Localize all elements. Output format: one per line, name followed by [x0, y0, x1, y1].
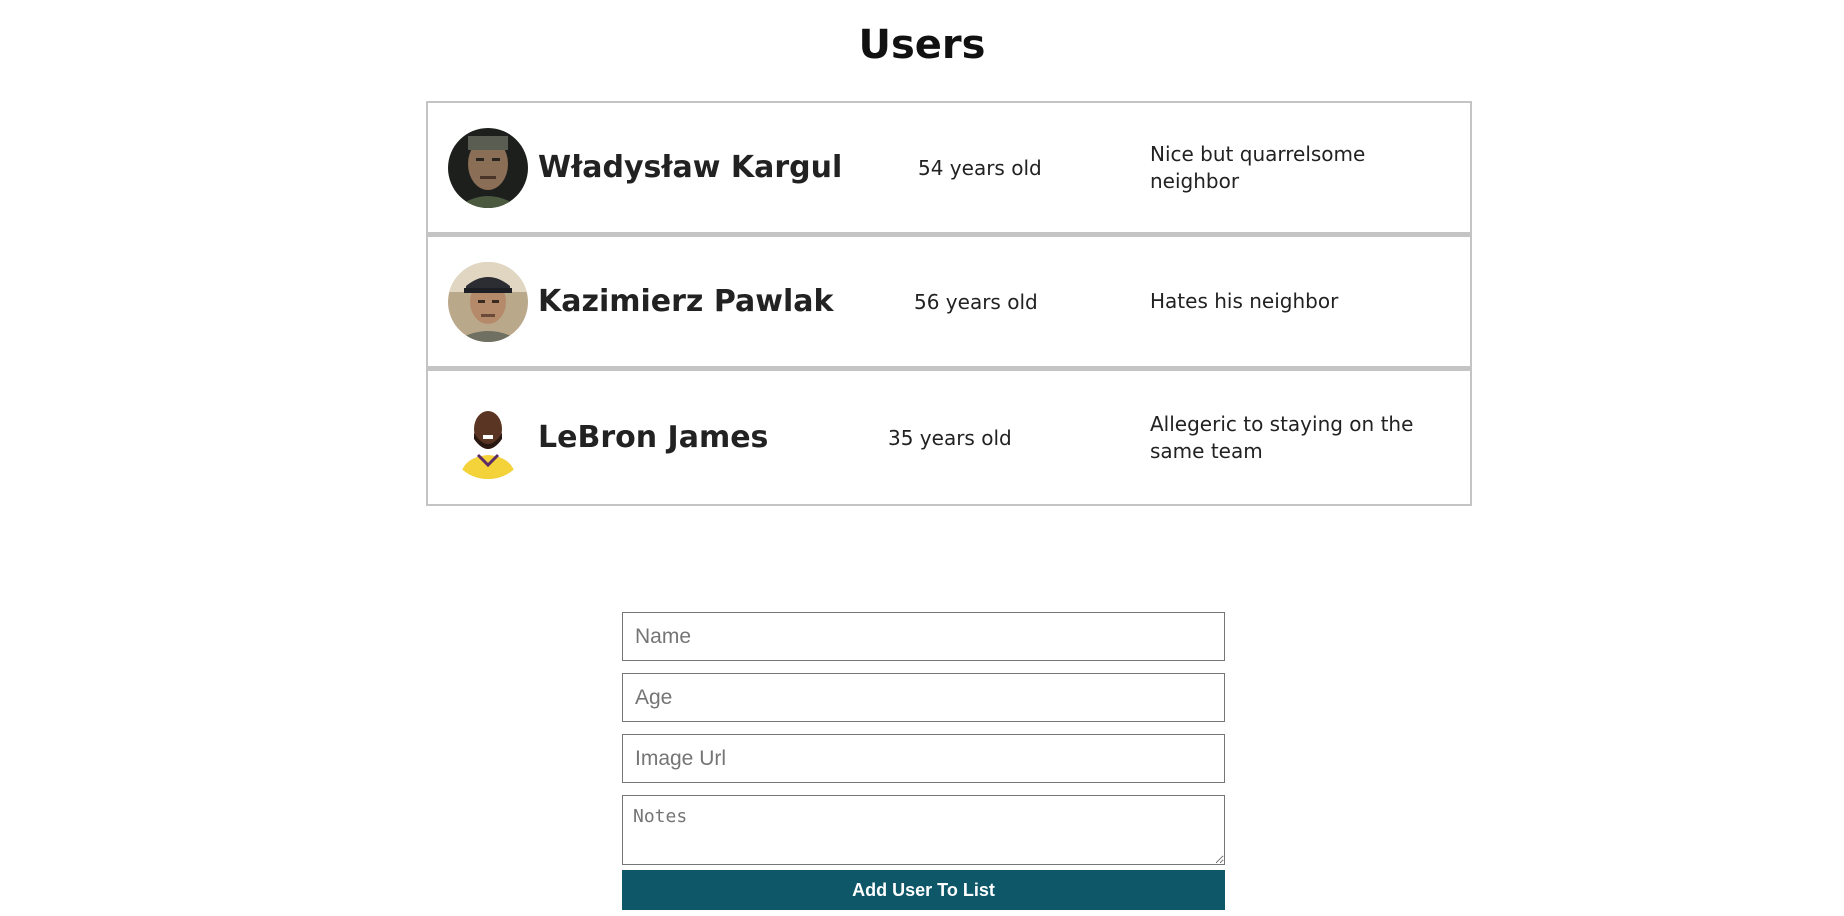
notes-textarea[interactable] — [622, 795, 1225, 865]
avatar — [448, 262, 528, 342]
page-title: Users — [858, 22, 986, 68]
user-notes: Hates his neighbor — [1150, 289, 1339, 313]
user-card: Władysław Kargul 54 years old Nice but q… — [426, 101, 1472, 234]
user-age: 56 years old — [914, 289, 1038, 314]
user-card: LeBron James 35 years old Allegeric to s… — [426, 368, 1472, 506]
image-url-input[interactable] — [622, 734, 1225, 783]
add-user-form: Add User To List — [622, 612, 1225, 910]
age-input[interactable] — [622, 673, 1225, 722]
user-name: Władysław Kargul — [538, 150, 843, 185]
user-name: LeBron James — [538, 420, 769, 455]
name-input[interactable] — [622, 612, 1225, 661]
user-age: 54 years old — [918, 155, 1042, 180]
add-user-button[interactable]: Add User To List — [622, 870, 1225, 910]
user-notes: Allegeric to staying on the same team — [1150, 411, 1414, 463]
avatar — [448, 399, 528, 479]
user-notes: Nice but quarrelsome neighbor — [1150, 141, 1366, 193]
avatar — [448, 128, 528, 208]
user-card: Kazimierz Pawlak 56 years old Hates his … — [426, 234, 1472, 368]
user-age: 35 years old — [888, 425, 1012, 450]
user-name: Kazimierz Pawlak — [538, 284, 834, 319]
user-list: Władysław Kargul 54 years old Nice but q… — [426, 101, 1472, 506]
